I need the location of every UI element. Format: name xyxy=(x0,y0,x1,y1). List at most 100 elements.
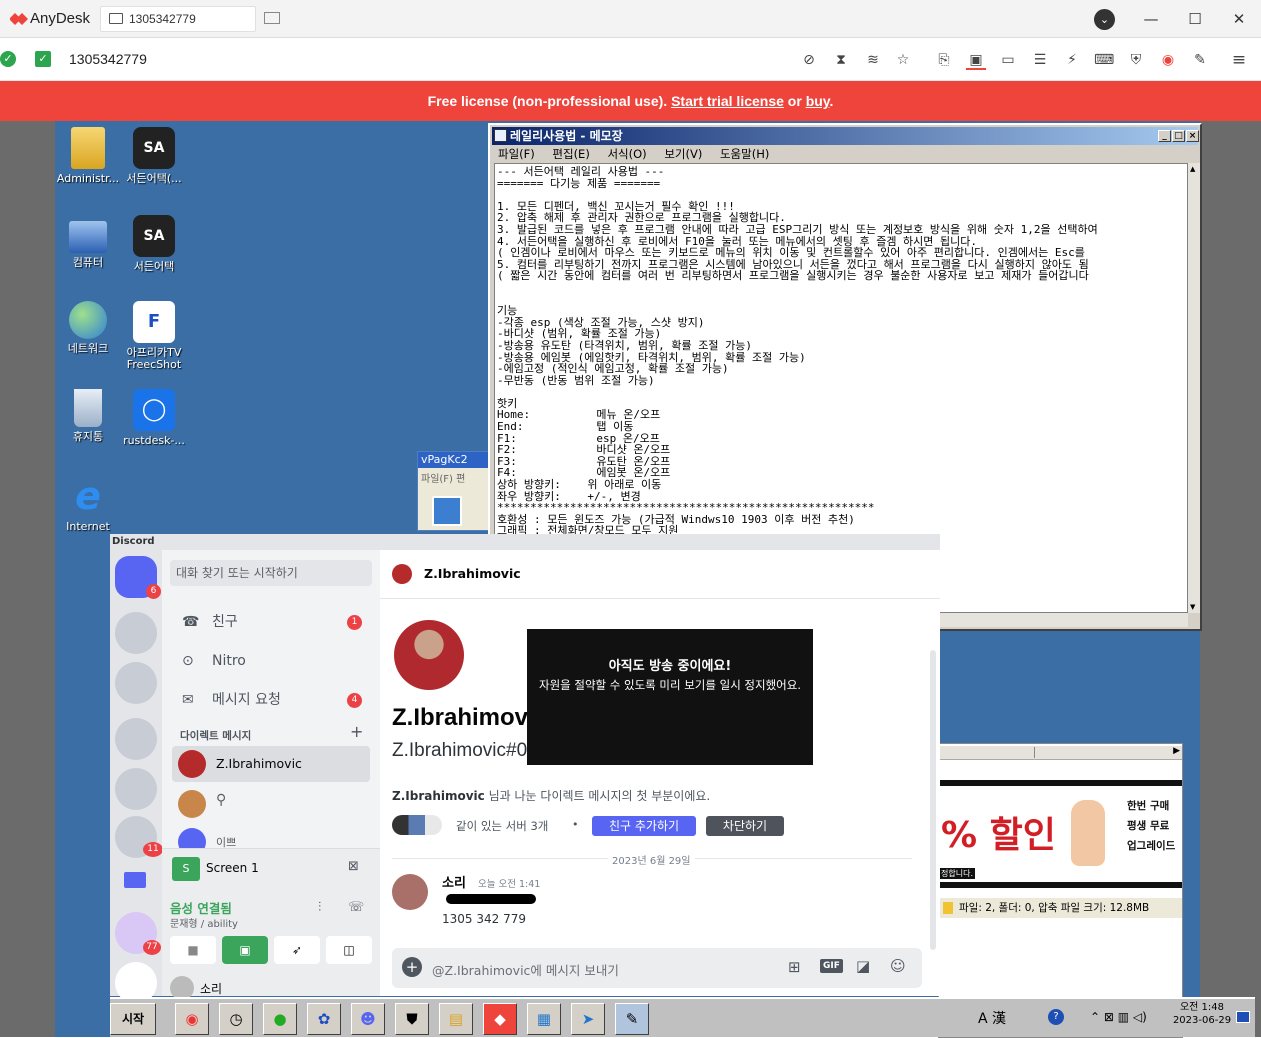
gift-icon[interactable]: ⊞ xyxy=(788,958,801,976)
star-icon[interactable]: ☆ xyxy=(893,50,913,70)
disconnect-icon[interactable]: ☏ xyxy=(348,900,364,915)
scroll-down-icon[interactable]: ▼ xyxy=(1190,603,1195,611)
desktop-icon-administrator[interactable]: Administr... xyxy=(53,127,123,185)
folder-icon[interactable] xyxy=(124,872,146,888)
explorer-taskbar-icon[interactable]: ▤ xyxy=(439,1003,473,1035)
arrow-app-taskbar-icon[interactable]: ➤ xyxy=(571,1003,605,1035)
message-author[interactable]: 소리 xyxy=(442,872,466,891)
server-folder-5[interactable]: 11 xyxy=(115,816,163,858)
server-folder-1[interactable] xyxy=(115,612,157,654)
message-scrollbar[interactable] xyxy=(930,650,936,950)
block-button[interactable]: 차단하기 xyxy=(706,816,784,836)
discord-home-icon[interactable]: 6 xyxy=(115,556,161,599)
chat-icon[interactable]: ▭ xyxy=(998,50,1018,70)
add-friend-button[interactable]: 친구 추가하기 xyxy=(592,816,696,836)
archive-window[interactable]: ▶ % 할인 한번 구매 평생 무료 업그레이드 정합니다. 파일: 2, 폴더… xyxy=(938,743,1183,1038)
attach-plus-icon[interactable]: + xyxy=(402,957,422,977)
dm-item[interactable]: ⚲ xyxy=(172,786,370,820)
new-tab-icon[interactable] xyxy=(264,12,280,24)
nav-nitro[interactable]: ⊙ Nitro xyxy=(172,643,370,679)
gif-icon[interactable]: GIF xyxy=(820,959,843,973)
menu-format[interactable]: 서식(O) xyxy=(607,147,646,161)
noise-suppression-icon[interactable]: ⫶ xyxy=(318,900,321,915)
remote-desktop[interactable]: Administr... SA 서든어택(... 컴퓨터 SA 서든어택 네트워… xyxy=(53,121,1255,1038)
maximize-button[interactable]: ☐ xyxy=(1184,8,1206,30)
display-icon[interactable]: ▣ xyxy=(966,50,986,70)
notepad-minimize-button[interactable]: _ xyxy=(1158,130,1171,142)
menu-file[interactable]: 파일(F) xyxy=(498,147,535,161)
desktop-icon-computer[interactable]: 컴퓨터 xyxy=(53,215,123,269)
archive-scrollbar[interactable]: ▶ xyxy=(939,746,1182,760)
close-button[interactable]: ✕ xyxy=(1228,8,1250,30)
mutual-servers[interactable]: 같이 있는 서버 3개 xyxy=(456,818,548,834)
permission-icon[interactable]: ✓ xyxy=(35,51,51,67)
clock-taskbar-icon[interactable]: ◷ xyxy=(219,1003,253,1035)
desktop-icon-sudden-attack-shortcut[interactable]: SA 서든어택(... xyxy=(119,127,189,185)
shield-icon[interactable]: ⛨ xyxy=(1126,50,1146,70)
sudden-attack-taskbar-icon[interactable]: ⛊ xyxy=(395,1003,429,1035)
keyboard-icon[interactable]: ⌨ xyxy=(1094,50,1114,70)
scroll-right-icon[interactable]: ▶ xyxy=(1173,746,1180,756)
server-folder-3[interactable] xyxy=(115,718,157,760)
notepad-titlebar[interactable]: 레일리사용법 - 메모장 _ □ × xyxy=(492,127,1199,145)
screen-share-button[interactable]: ▣ xyxy=(222,936,268,964)
buy-link[interactable]: buy xyxy=(806,93,830,109)
server-folder-4[interactable] xyxy=(115,768,157,810)
camera-button[interactable]: ■ xyxy=(170,936,216,964)
notepad-maximize-button[interactable]: □ xyxy=(1172,130,1185,142)
stop-stream-icon[interactable]: ⊠ xyxy=(348,859,359,874)
desktop-icon-afreecatv[interactable]: F 아프리카TV FreecShot xyxy=(119,301,189,371)
pen-icon[interactable]: ✎ xyxy=(1190,50,1210,70)
nav-friends[interactable]: ☎ 친구 1 xyxy=(172,604,370,640)
network-taskbar-icon[interactable]: ▦ xyxy=(527,1003,561,1035)
dm-item[interactable]: 이쁘 xyxy=(172,824,370,848)
nav-message-requests[interactable]: ✉ 메시지 요청 4 xyxy=(172,682,370,718)
show-desktop-icon[interactable] xyxy=(1236,1011,1250,1023)
scroll-up-icon[interactable]: ▲ xyxy=(1190,165,1195,173)
activity-rocket-button[interactable]: ➶ xyxy=(274,936,320,964)
hourglass-icon[interactable]: ⧗ xyxy=(831,50,851,70)
chrome-taskbar-icon[interactable]: ◉ xyxy=(175,1003,209,1035)
menu-help[interactable]: 도움말(H) xyxy=(720,147,769,161)
ime-indicator[interactable]: A 漢 xyxy=(978,1003,1038,1035)
green-app-taskbar-icon[interactable]: ● xyxy=(263,1003,297,1035)
stream-preview-paused[interactable]: 아직도 방송 중이에요! 자원을 절약할 수 있도록 미리 보기를 일시 정지했… xyxy=(527,629,813,765)
main-menu-icon[interactable]: ⌄ xyxy=(1094,9,1115,30)
notepad-taskbar-icon[interactable]: ✎ xyxy=(615,1003,649,1035)
notepad-vertical-scrollbar[interactable]: ▲ ▼ xyxy=(1188,163,1200,613)
emoji-icon[interactable]: ☺ xyxy=(890,957,906,975)
server-folder-2[interactable] xyxy=(115,662,157,704)
discord-window[interactable]: Discord 6 11 77 대화 찾기 또는 시작하기 ☎ 친구 1 ⊙ N… xyxy=(110,534,940,1004)
privacy-icon[interactable]: ⊘ xyxy=(799,50,819,70)
discord-taskbar-icon[interactable]: ☻ xyxy=(351,1003,385,1035)
action-icon[interactable]: ⚡ xyxy=(1062,50,1082,70)
tray-icons[interactable]: ⌃ ⊠ ▥ ◁) xyxy=(1090,1010,1147,1024)
notepad-close-button[interactable]: × xyxy=(1186,130,1199,142)
afreecatv-taskbar-icon[interactable]: ✿ xyxy=(307,1003,341,1035)
dm-search-input[interactable]: 대화 찾기 또는 시작하기 xyxy=(170,560,372,586)
minimize-button[interactable]: — xyxy=(1140,8,1162,30)
create-dm-plus-icon[interactable]: + xyxy=(350,722,363,741)
remote-screen[interactable]: Administr... SA 서든어택(... 컴퓨터 SA 서든어택 네트워… xyxy=(0,121,1261,1038)
start-button[interactable]: 시작 xyxy=(110,1003,156,1035)
dm-item-active[interactable]: Z.Ibrahimovic xyxy=(172,746,370,782)
session-tab[interactable]: 1305342779 xyxy=(100,6,256,32)
help-icon[interactable]: ? xyxy=(1048,1009,1064,1025)
record-icon[interactable]: ◉ xyxy=(1158,50,1178,70)
soundboard-button[interactable]: ◫ xyxy=(326,936,372,964)
tray-clock[interactable]: 오전 1:48 2023-06-29 xyxy=(1172,1001,1232,1027)
desktop-icon-sudden-attack[interactable]: SA 서든어택 xyxy=(119,215,189,273)
anydesk-taskbar-icon[interactable]: ◆ xyxy=(483,1003,517,1035)
menu-edit[interactable]: 편집(E) xyxy=(552,147,589,161)
desktop-icon-rustdesk[interactable]: ◯ rustdesk-... xyxy=(119,389,189,447)
desktop-icon-internet[interactable]: e Internet xyxy=(53,475,123,533)
menu-view[interactable]: 보기(V) xyxy=(664,147,702,161)
vpag-window[interactable]: vPagKc2 파일(F) 편 xyxy=(417,451,490,531)
server-itemcastle[interactable]: 77 xyxy=(115,912,161,955)
database-icon[interactable]: ≋ xyxy=(863,50,883,70)
message-composer[interactable]: + @Z.Ibrahimovic에 메시지 보내기 ⊞ GIF ◪ ☺ xyxy=(392,948,922,988)
hamburger-menu-icon[interactable]: ≡ xyxy=(1229,50,1249,70)
desktop-icon-recycle-bin[interactable]: 휴지통 xyxy=(53,389,123,443)
desktop-icon-network[interactable]: 네트워크 xyxy=(53,301,123,355)
transfer-icon[interactable]: ⎘ xyxy=(934,50,954,70)
